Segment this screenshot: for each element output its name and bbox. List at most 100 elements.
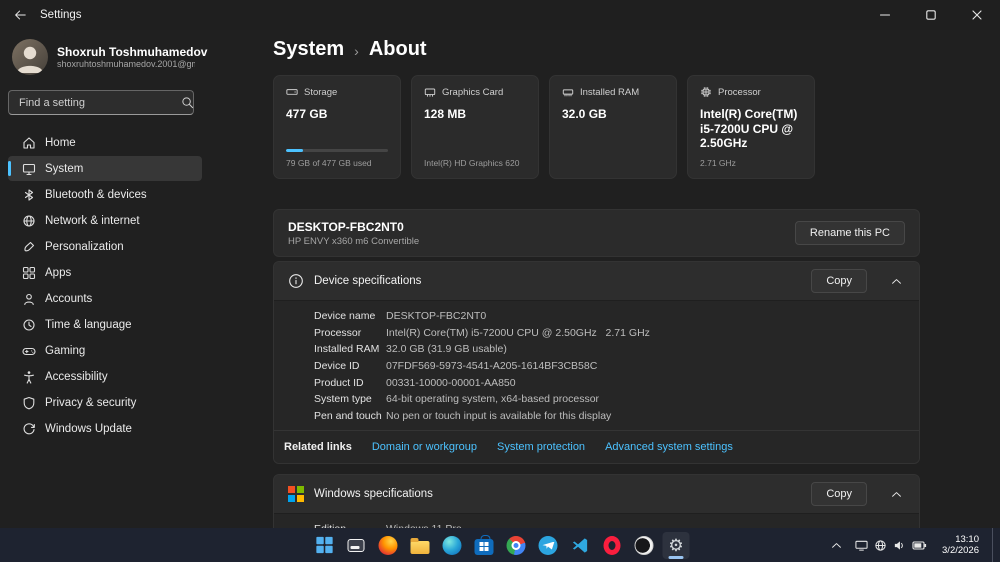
sidebar-item-privacy-security[interactable]: Privacy & security [8,390,202,415]
show-desktop-button[interactable] [992,528,996,562]
user-profile[interactable]: Shoxruh Toshmuhamedov shoxruhtoshmuhamed… [8,37,207,77]
home-icon [22,136,36,150]
copy-windows-specs-button[interactable]: Copy [811,482,867,507]
tray-time: 13:10 [955,533,979,545]
card-value: Intel(R) Core(TM) i5-7200U CPU @ 2.50GHz [700,107,798,151]
dark-circle-app-button[interactable] [631,532,658,559]
tray-status-icons[interactable] [849,532,933,558]
page-title: About [368,38,427,60]
collapse-button[interactable] [883,481,909,507]
spec-row: Processor Intel(R) Core(TM) i5-7200U CPU… [274,325,919,342]
storage-usage-fill [286,149,304,152]
back-arrow-icon [15,10,26,20]
breadcrumb-system[interactable]: System [273,38,344,61]
sidebar-item-label: Gaming [45,344,86,357]
sidebar-item-time-language[interactable]: Time & language [8,312,202,337]
spec-row: Device name DESKTOP-FBC2NT0 [274,308,919,325]
sidebar-item-apps[interactable]: Apps [8,260,202,285]
window-title: Settings [40,9,82,21]
sidebar-item-network-internet[interactable]: Network & internet [8,208,202,233]
spec-value: 00331-10000-00001-AA850 [386,376,516,389]
sidebar-item-label: Bluetooth & devices [45,188,147,201]
windows-start-icon [315,536,333,554]
rename-pc-button[interactable]: Rename this PC [794,221,905,245]
accessibility-icon [22,370,36,384]
gpu-icon [424,86,436,98]
spec-label: Device ID [314,360,360,373]
task-view-button[interactable] [343,532,370,559]
minimize-button[interactable] [862,0,908,30]
device-specifications-header[interactable]: Device specifications Copy [274,262,919,300]
spec-value: No pen or touch input is available for t… [386,409,612,422]
sidebar-item-accessibility[interactable]: Accessibility [8,364,202,389]
telegram-icon [538,535,558,555]
spec-label: Product ID [314,376,364,389]
vscode-button[interactable] [567,532,594,559]
microsoft-store-button[interactable] [471,532,498,559]
settings-app-button[interactable]: ⚙ [662,531,690,559]
section-title: Windows specifications [314,488,433,501]
card-detail: 79 GB of 477 GB used [286,158,372,168]
sidebar-item-personalization[interactable]: Personalization [8,234,202,259]
sidebar-item-label: Time & language [45,318,132,331]
domain-or-workgroup-link[interactable]: Domain or workgroup [372,441,477,453]
paintbrush-icon [22,240,36,254]
close-button[interactable] [954,0,1000,30]
sidebar-item-label: System [45,162,84,175]
spec-row: Installed RAM 32.0 GB (31.9 GB usable) [274,341,919,358]
device-model: HP ENVY x360 m6 Convertible [288,235,420,247]
sidebar-item-windows-update[interactable]: Windows Update [8,416,202,441]
bluetooth-icon [22,188,36,202]
system-protection-link[interactable]: System protection [497,441,585,453]
avatar [12,39,48,75]
summary-cards: Storage 477 GB 79 GB of 477 GB used Grap… [273,75,920,179]
tray-date: 3/2/2026 [942,545,979,556]
search-input[interactable] [8,90,194,115]
collapse-button[interactable] [883,268,909,294]
card-value: 128 MB [424,107,467,121]
store-icon [474,534,494,555]
firefox-button[interactable] [375,532,402,559]
clock[interactable]: 13:10 3/2/2026 [935,534,986,557]
advanced-system-settings-link[interactable]: Advanced system settings [605,441,733,453]
sidebar-item-gaming[interactable]: Gaming [8,338,202,363]
back-button[interactable] [0,0,40,30]
sidebar-item-label: Privacy & security [45,396,137,409]
windows-specifications-header[interactable]: Windows specifications Copy [274,475,919,514]
globe-icon [22,214,36,228]
storage-icon [286,86,298,98]
opera-button[interactable] [599,532,626,559]
sidebar-item-home[interactable]: Home [8,130,202,155]
copy-device-specs-button[interactable]: Copy [811,269,867,293]
spec-value: DESKTOP-FBC2NT0 [386,310,487,323]
search-icon[interactable] [181,96,194,109]
windows-specifications-expander: Windows specifications Copy Edition Wind… [273,474,920,528]
related-links-label: Related links [284,441,352,454]
file-explorer-button[interactable] [407,532,434,559]
sidebar-item-accounts[interactable]: Accounts [8,286,202,311]
spec-label: System type [314,393,372,406]
chrome-icon [506,535,526,555]
network-globe-icon [875,539,886,551]
sidebar-item-label: Home [45,136,76,149]
windows-specifications-body: Edition Windows 11 Pro [274,513,919,528]
tray-overflow-button[interactable] [826,532,847,558]
spec-value: 07FDF569-5973-4541-A205-1614BF3CB58C [386,360,598,373]
chrome-button[interactable] [503,532,530,559]
device-name: DESKTOP-FBC2NT0 [288,219,404,234]
edge-button[interactable] [439,532,466,559]
spec-row: System type 64-bit operating system, x64… [274,391,919,408]
minimize-icon [880,14,890,16]
spec-row: Pen and touch No pen or touch input is a… [274,408,919,425]
start-button[interactable] [311,532,338,559]
telegram-button[interactable] [535,532,562,559]
sidebar-item-label: Windows Update [45,422,132,435]
sidebar-item-system[interactable]: System [8,156,202,181]
sidebar-item-bluetooth-devices[interactable]: Bluetooth & devices [8,182,202,207]
device-specifications-body: Device name DESKTOP-FBC2NT0 Processor In… [274,300,919,431]
clock-icon [22,318,36,332]
sidebar-item-label: Network & internet [45,214,140,227]
windows-logo-icon [288,486,304,502]
card-label: Processor [718,86,761,98]
maximize-button[interactable] [908,0,954,30]
